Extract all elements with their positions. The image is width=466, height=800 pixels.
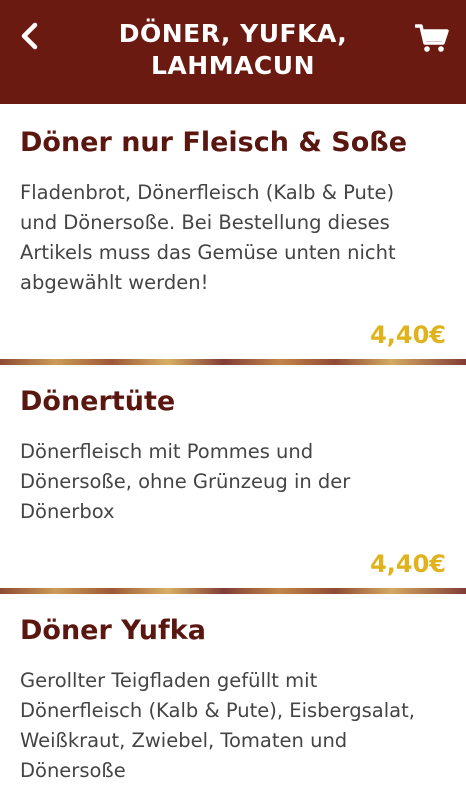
item-description-line: und Dönersoße. Bei Bestellung dieses [20, 211, 390, 234]
item-description: Gerollter Teigfladen gefüllt mit Dönerfl… [20, 666, 450, 786]
chevron-left-icon [21, 22, 38, 50]
item-description-line: Dönersoße, ohne Grünzeug in der [20, 470, 351, 493]
item-description-line: Fladenbrot, Dönerfleisch (Kalb & Pute) [20, 181, 395, 204]
item-price: 4,40€ [370, 550, 446, 578]
menu-item[interactable]: Dönertüte Dönerfleisch mit Pommes und Dö… [0, 365, 466, 587]
page-title: DÖNER, YUFKA, LAHMACUN [80, 18, 386, 82]
item-description-line: Weißkraut, Zwiebel, Tomaten und [20, 729, 348, 752]
cart-icon [415, 24, 449, 52]
item-description: Dönerfleisch mit Pommes und Dönersoße, o… [20, 437, 450, 527]
item-price: 4,40€ [370, 321, 446, 349]
menu-item[interactable]: Döner nur Fleisch & Soße Fladenbrot, Dön… [0, 104, 466, 362]
item-description-line: Gerollter Teigfladen gefüllt mit [20, 669, 318, 692]
item-description-line: Dönersoße [20, 759, 126, 782]
menu-item[interactable]: Döner Yufka Gerollter Teigfladen gefüllt… [0, 594, 466, 800]
item-description-line: abgewählt werden! [20, 271, 209, 294]
back-button[interactable] [12, 18, 48, 54]
item-name: Döner Yufka [20, 615, 206, 646]
cart-button[interactable] [410, 18, 454, 58]
page-title-line2: LAHMACUN [151, 51, 315, 80]
page-title-line1: DÖNER, YUFKA, [118, 19, 348, 48]
item-description-line: Dönerbox [20, 500, 115, 523]
app-header: DÖNER, YUFKA, LAHMACUN [0, 0, 466, 104]
item-description-line: Dönerfleisch mit Pommes und [20, 440, 314, 463]
item-description-line: Artikels muss das Gemüse unten nicht [20, 241, 396, 264]
item-description: Fladenbrot, Dönerfleisch (Kalb & Pute) u… [20, 178, 450, 298]
item-description-line: Dönerfleisch (Kalb & Pute), Eisbergsalat… [20, 699, 415, 722]
item-name: Döner nur Fleisch & Soße [20, 127, 408, 158]
item-name: Dönertüte [20, 386, 176, 417]
